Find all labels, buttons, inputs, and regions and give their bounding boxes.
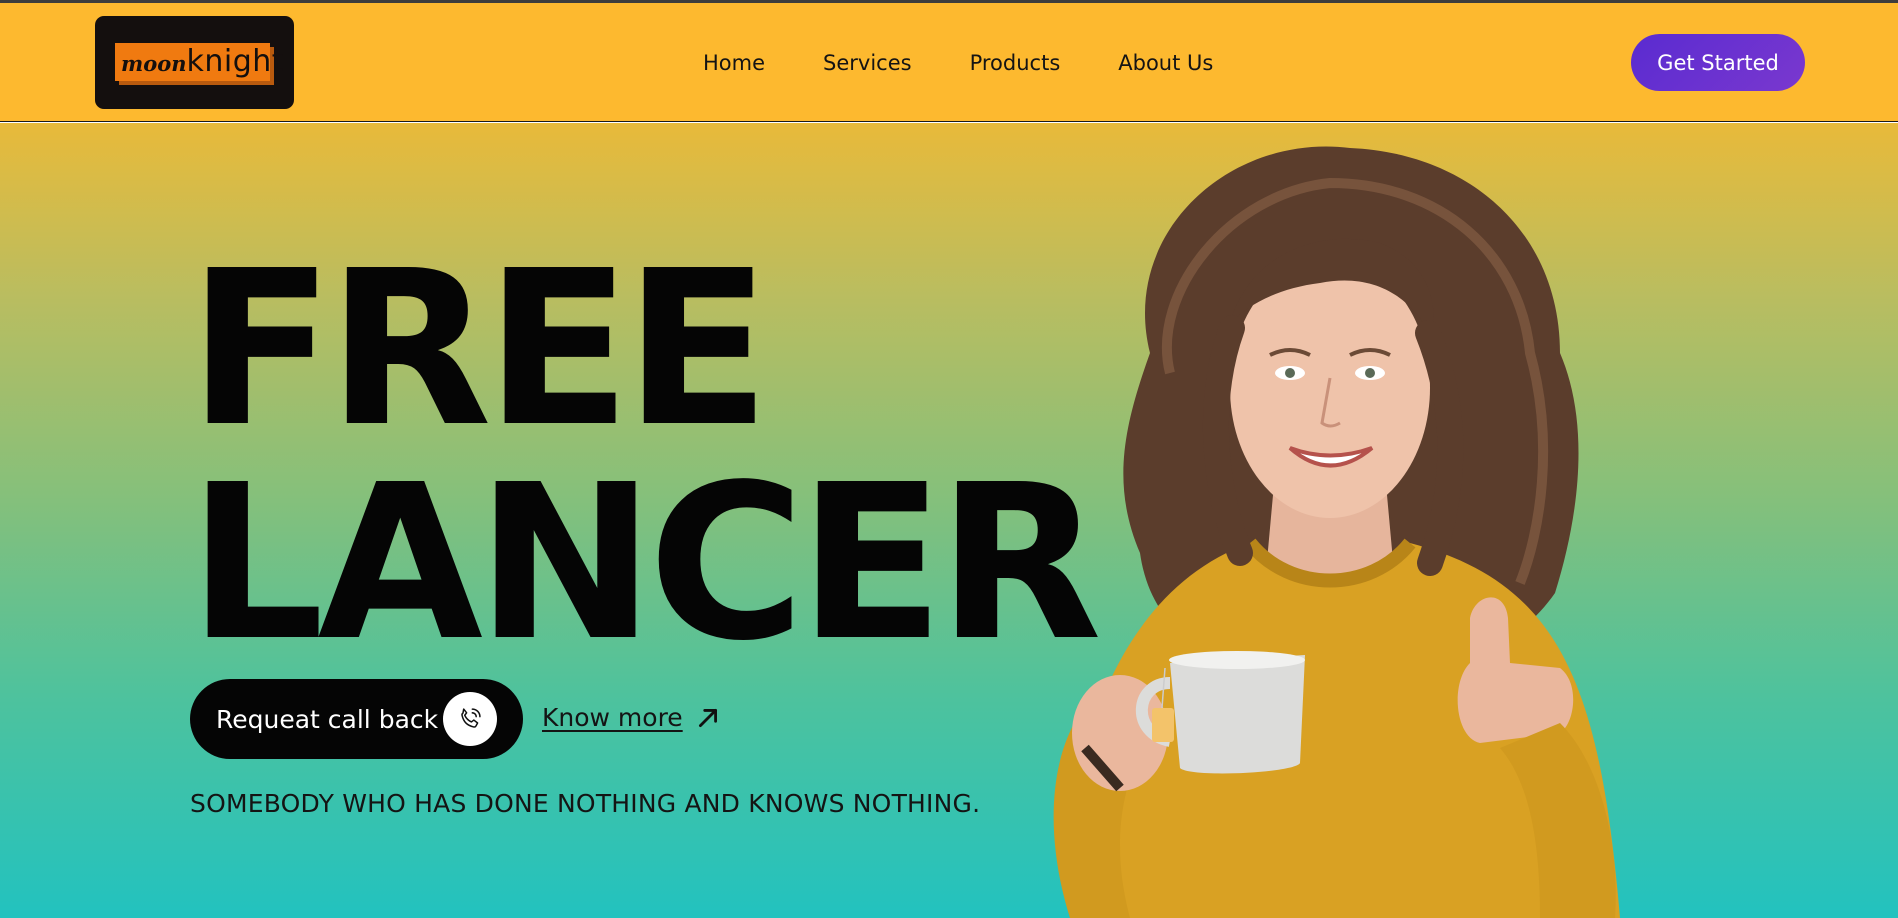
hero-tagline: SOMEBODY WHO HAS DONE NOTHING AND KNOWS … [190, 789, 981, 818]
nav-link-services[interactable]: Services [823, 51, 912, 75]
nav-link-home[interactable]: Home [703, 51, 765, 75]
arrow-up-right-icon [698, 708, 717, 727]
logo-wordmark: moonknight [121, 44, 284, 80]
know-more-label: Know more [542, 703, 683, 732]
hero-headline-line-2: LANCER [188, 439, 1102, 688]
nav-link-about-us[interactable]: About Us [1118, 51, 1213, 75]
hero-person-photo [1053, 146, 1620, 918]
phone-icon [443, 692, 497, 746]
main-nav: Home Services Products About Us [703, 3, 1213, 122]
hero-section: FREE LANCER Requeat call back Know more … [0, 123, 1898, 918]
know-more-link[interactable]: Know more [542, 703, 721, 732]
request-callback-label: Requeat call back [216, 704, 439, 734]
logo-word-moon: moon [121, 51, 187, 76]
logo-word-knight: knight [186, 44, 285, 79]
get-started-button[interactable]: Get Started [1631, 34, 1805, 91]
brand-logo[interactable]: moonknight [95, 16, 294, 109]
hero-headline: FREE LANCER [188, 225, 1102, 688]
nav-link-products[interactable]: Products [970, 51, 1061, 75]
request-callback-button[interactable]: Requeat call back [190, 679, 523, 759]
hero-headline-line-1: FREE [188, 225, 770, 474]
navbar: moonknight Home Services Products About … [0, 3, 1898, 122]
